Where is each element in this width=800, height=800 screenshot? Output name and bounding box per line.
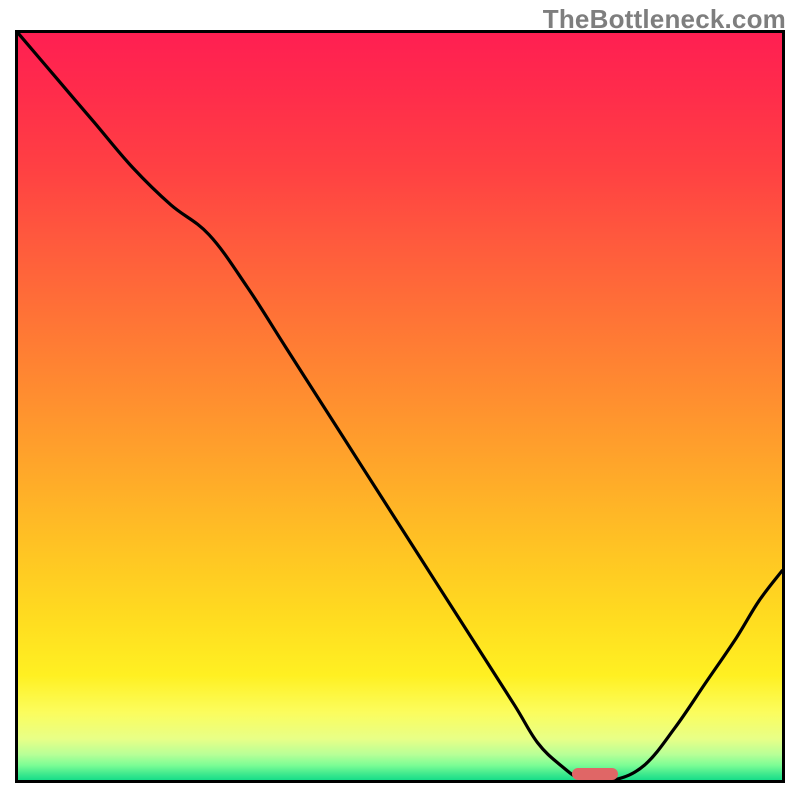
optimal-marker bbox=[572, 768, 618, 780]
plot-frame bbox=[15, 30, 785, 783]
chart-container: TheBottleneck.com bbox=[0, 0, 800, 800]
curve-svg bbox=[18, 33, 782, 780]
bottleneck-curve-path bbox=[18, 33, 782, 780]
plot-area bbox=[18, 33, 782, 780]
